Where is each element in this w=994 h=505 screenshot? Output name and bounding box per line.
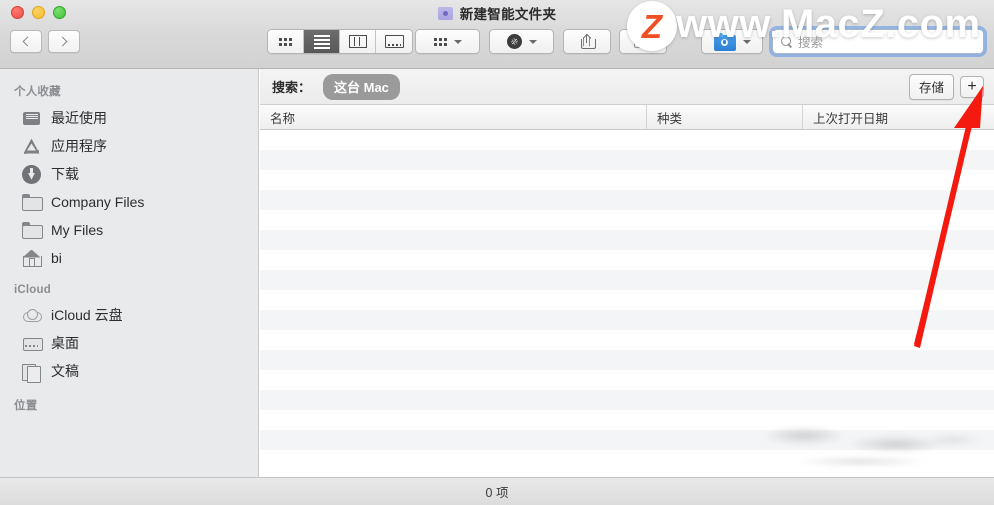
search-label: 搜索： [272,80,312,95]
sidebar-item-downloads[interactable]: 下载 [0,160,258,188]
table-row[interactable] [260,170,994,190]
table-row[interactable] [260,390,994,410]
search-icon [781,36,792,47]
finder-window: 新建智能文件夹 搜索 个人收藏 最近使用 应用程序 下载 Company Fil… [0,0,994,505]
view-mode-segmented-control [267,29,413,54]
columns-icon [348,35,367,48]
table-row[interactable] [260,130,994,150]
table-row[interactable] [260,290,994,310]
sidebar-item-label: bi [51,250,62,266]
forward-button[interactable] [48,30,80,53]
sidebar-item-label: iCloud 云盘 [51,307,123,323]
gear-icon [506,34,522,49]
chevron-down-icon [742,39,751,44]
chevron-down-icon [528,39,537,44]
sidebar-item-desktop[interactable]: 桌面 [0,329,258,357]
table-row[interactable] [260,310,994,330]
gallery-view-button[interactable] [376,30,412,53]
sidebar: 个人收藏 最近使用 应用程序 下载 Company Files My Files… [0,69,259,477]
sidebar-item-label: 桌面 [51,335,79,351]
chevron-down-icon [453,39,462,44]
macz-logo-icon: Z [627,1,677,51]
chevron-left-icon [22,36,33,47]
search-bar-actions: 存储 + [908,73,984,100]
applications-icon [22,137,41,156]
sidebar-item-home[interactable]: bi [0,244,258,272]
sidebar-item-label: 文稿 [51,363,79,379]
sidebar-item-label: My Files [51,222,104,238]
table-row[interactable] [260,230,994,250]
sidebar-item-applications[interactable]: 应用程序 [0,132,258,160]
grid-icon [279,37,292,46]
table-row[interactable] [260,190,994,210]
column-header-kind[interactable]: 种类 [646,105,802,129]
gallery-icon [384,35,404,48]
column-header-last-opened[interactable]: 上次打开日期 [802,105,994,129]
table-row[interactable] [260,410,994,430]
folder-action-button[interactable] [701,29,763,54]
sidebar-item-company-files[interactable]: Company Files [0,188,258,216]
folder-icon [22,193,43,212]
table-row[interactable] [260,150,994,170]
navigation-buttons [10,30,80,53]
window-title-text: 新建智能文件夹 [459,7,557,22]
sidebar-item-label: 应用程序 [51,138,107,154]
smart-folder-icon [437,6,453,20]
table-row[interactable] [260,330,994,350]
sidebar-item-label: 最近使用 [51,110,107,126]
downloads-icon [22,164,41,184]
blue-folder-icon [713,32,736,51]
item-count-text: 0 项 [485,486,509,500]
search-input[interactable]: 搜索 [798,32,823,51]
sidebar-section-favorites-header: 个人收藏 [14,86,61,98]
table-row[interactable] [260,250,994,270]
add-criterion-button[interactable]: + [960,75,984,98]
action-menu-button[interactable] [489,29,554,54]
sidebar-item-my-files[interactable]: My Files [0,216,258,244]
sidebar-item-label: 下载 [51,166,79,182]
window-titlebar: 新建智能文件夹 搜索 [0,0,994,69]
table-row[interactable] [260,270,994,290]
grid-icon [433,37,447,46]
arrange-button[interactable] [415,29,480,54]
back-button[interactable] [10,30,42,53]
file-list-column-headers: 名称 种类 上次打开日期 [260,105,994,130]
search-criteria-bar: 搜索： 这台 Mac 存储 + [260,69,994,105]
search-scope-this-mac[interactable]: 这台 Mac [323,73,400,100]
chevron-right-icon [57,36,68,47]
macz-logo-letter: Z [641,7,663,45]
home-icon [22,249,42,268]
table-row[interactable] [260,370,994,390]
cloud-icon [22,306,42,325]
desktop-icon [22,334,43,353]
save-search-button[interactable]: 存储 [908,73,954,100]
file-list-rows[interactable] [260,130,994,470]
search-field[interactable]: 搜索 [772,29,984,54]
sidebar-item-recent[interactable]: 最近使用 [0,104,258,132]
recent-items-icon [22,109,41,128]
sidebar-item-documents[interactable]: 文稿 [0,357,258,385]
sidebar-item-icloud-drive[interactable]: iCloud 云盘 [0,301,258,329]
icon-view-button[interactable] [268,30,304,53]
folder-icon [22,221,43,240]
sidebar-section-icloud-header: iCloud [14,284,51,296]
table-row[interactable] [260,450,994,470]
table-row[interactable] [260,430,994,450]
status-bar: 0 项 [0,477,994,505]
documents-icon [22,362,41,383]
column-view-button[interactable] [340,30,376,53]
share-button[interactable] [563,29,611,54]
main-content: 搜索： 这台 Mac 存储 + 名称 种类 上次打开日期 [260,69,994,477]
share-icon [580,33,596,49]
table-row[interactable] [260,350,994,370]
table-row[interactable] [260,210,994,230]
list-view-button[interactable] [304,30,340,53]
sidebar-section-locations-header: 位置 [14,400,38,412]
window-title: 新建智能文件夹 [0,3,994,23]
sidebar-item-label: Company Files [51,194,145,210]
list-icon [313,34,330,49]
column-header-name[interactable]: 名称 [260,105,646,129]
